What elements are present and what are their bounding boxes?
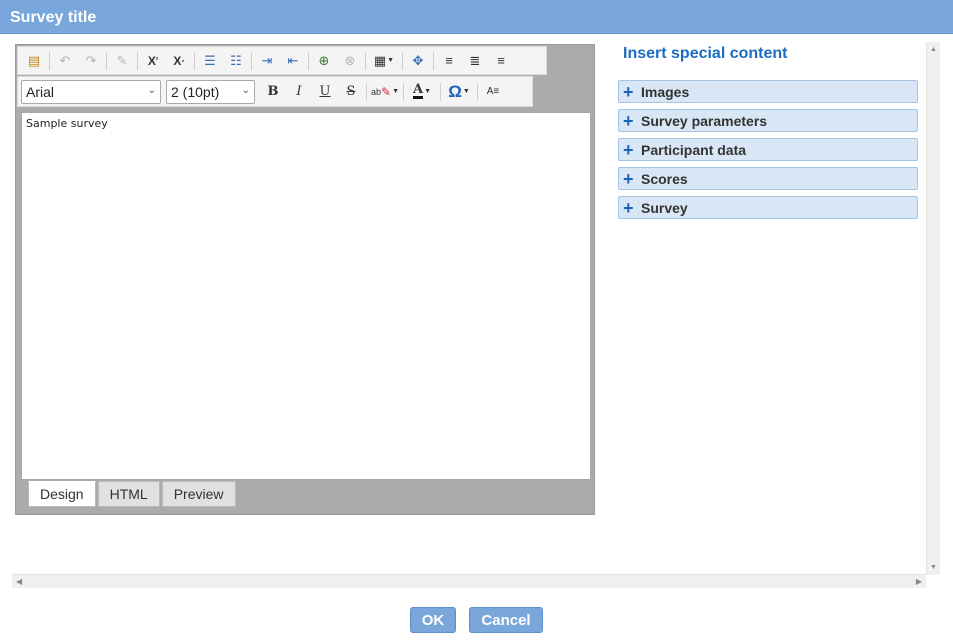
toolbar-separator	[106, 51, 107, 70]
tab-preview[interactable]: Preview	[161, 481, 236, 507]
omega-icon: Ω	[448, 81, 462, 101]
bold-button[interactable]: B	[260, 81, 286, 103]
scroll-right-icon[interactable]: ▶	[916, 577, 922, 586]
accordion-images[interactable]: + Images	[618, 80, 918, 103]
superscript-icon[interactable]: X²	[140, 50, 166, 72]
align-center-icon[interactable]: ≣	[462, 50, 488, 72]
insert-symbol-button[interactable]: Ω ▼	[443, 81, 475, 103]
plus-icon: +	[623, 81, 634, 102]
dialog-content: ▤ ↶ ↷ ✎ X² X₂ ☰ ☷ ⇥ ⇤ ⊕ ⊗ ▦ ▼ ✥ ≡ ≣ ≡ Ar…	[0, 34, 953, 643]
font-color-icon: A	[412, 82, 424, 99]
toggle-full-screen-icon[interactable]: ✥	[405, 50, 431, 72]
toolbar-separator	[477, 82, 478, 101]
accordion-label: Images	[641, 83, 690, 100]
toolbar-separator	[137, 51, 138, 70]
editor-toolbar-format: Arial ⌄ 2 (10pt) ⌄ B I U S ab ✎ ▼ A ▼ Ω ▼	[17, 76, 533, 107]
scroll-up-icon[interactable]: ▲	[930, 46, 937, 53]
indent-icon[interactable]: ⇥	[254, 50, 280, 72]
redo-icon[interactable]: ↷	[78, 50, 104, 72]
chevron-down-icon: ⌄	[147, 84, 156, 96]
toolbar-separator	[194, 51, 195, 70]
toolbar-separator	[403, 82, 404, 101]
undo-icon[interactable]: ↶	[52, 50, 78, 72]
plus-icon: +	[623, 197, 634, 218]
horizontal-scrollbar[interactable]: ◀ ▶	[12, 574, 926, 588]
font-size-select[interactable]: 2 (10pt) ⌄	[166, 79, 255, 104]
align-right-icon[interactable]: ≡	[488, 50, 514, 72]
toolbar-separator	[366, 82, 367, 101]
vertical-scrollbar[interactable]: ▲ ▼	[926, 42, 940, 575]
rich-text-editor: ▤ ↶ ↷ ✎ X² X₂ ☰ ☷ ⇥ ⇤ ⊕ ⊗ ▦ ▼ ✥ ≡ ≣ ≡ Ar…	[15, 44, 595, 515]
outdent-icon[interactable]: ⇤	[280, 50, 306, 72]
accordion-label: Survey parameters	[641, 112, 768, 129]
scroll-left-icon[interactable]: ◀	[16, 577, 22, 586]
plus-icon: +	[623, 139, 634, 160]
scroll-down-icon[interactable]: ▼	[930, 564, 937, 571]
unordered-list-icon[interactable]: ☷	[223, 50, 249, 72]
align-left-icon[interactable]: ≡	[436, 50, 462, 72]
toolbar-separator	[251, 51, 252, 70]
italic-button[interactable]: I	[286, 81, 312, 103]
editor-text: Sample survey	[26, 117, 108, 130]
cancel-button[interactable]: Cancel	[469, 607, 543, 633]
format-icon: A≡	[486, 86, 500, 97]
strikethrough-button[interactable]: S	[338, 81, 364, 103]
accordion-label: Scores	[641, 170, 688, 187]
accordion-label: Participant data	[641, 141, 747, 158]
tab-html[interactable]: HTML	[97, 481, 160, 507]
accordion-survey-parameters[interactable]: + Survey parameters	[618, 109, 918, 132]
highlight-color-button[interactable]: ab ✎ ▼	[369, 81, 401, 103]
tab-design[interactable]: Design	[28, 481, 96, 507]
toolbar-separator	[365, 51, 366, 70]
underline-button[interactable]: U	[312, 81, 338, 103]
paste-from-word-icon[interactable]: ▤	[21, 50, 47, 72]
accordion-participant-data[interactable]: + Participant data	[618, 138, 918, 161]
accordion-label: Survey	[641, 199, 688, 216]
editor-content-area[interactable]: Sample survey	[21, 112, 591, 480]
editor-mode-tabs: Design HTML Preview	[28, 481, 238, 507]
table-icon[interactable]: ▦ ▼	[368, 50, 400, 72]
special-content-title: Insert special content	[623, 45, 788, 62]
format-stripper-icon[interactable]: ✎	[109, 50, 135, 72]
subscript-icon[interactable]: X₂	[166, 50, 192, 72]
toolbar-separator	[49, 51, 50, 70]
hyperlink-icon[interactable]: ⊕	[311, 50, 337, 72]
format-code-button[interactable]: A≡	[480, 81, 506, 103]
dialog-title: Survey title	[0, 0, 953, 34]
font-name-select[interactable]: Arial ⌄	[21, 79, 161, 104]
font-color-button[interactable]: A ▼	[406, 81, 438, 103]
chevron-down-icon: ⌄	[241, 84, 250, 96]
ordered-list-icon[interactable]: ☰	[197, 50, 223, 72]
toolbar-separator	[433, 51, 434, 70]
plus-icon: +	[623, 168, 634, 189]
toolbar-separator	[440, 82, 441, 101]
editor-toolbar-primary: ▤ ↶ ↷ ✎ X² X₂ ☰ ☷ ⇥ ⇤ ⊕ ⊗ ▦ ▼ ✥ ≡ ≣ ≡	[17, 46, 547, 75]
accordion-scores[interactable]: + Scores	[618, 167, 918, 190]
accordion-survey[interactable]: + Survey	[618, 196, 918, 219]
ok-button[interactable]: OK	[410, 607, 456, 633]
highlight-icon: ab	[370, 86, 381, 97]
toolbar-separator	[308, 51, 309, 70]
unlink-icon[interactable]: ⊗	[337, 50, 363, 72]
font-size-value: 2 (10pt)	[171, 83, 220, 100]
toolbar-separator	[402, 51, 403, 70]
plus-icon: +	[623, 110, 634, 131]
font-name-value: Arial	[26, 83, 55, 100]
